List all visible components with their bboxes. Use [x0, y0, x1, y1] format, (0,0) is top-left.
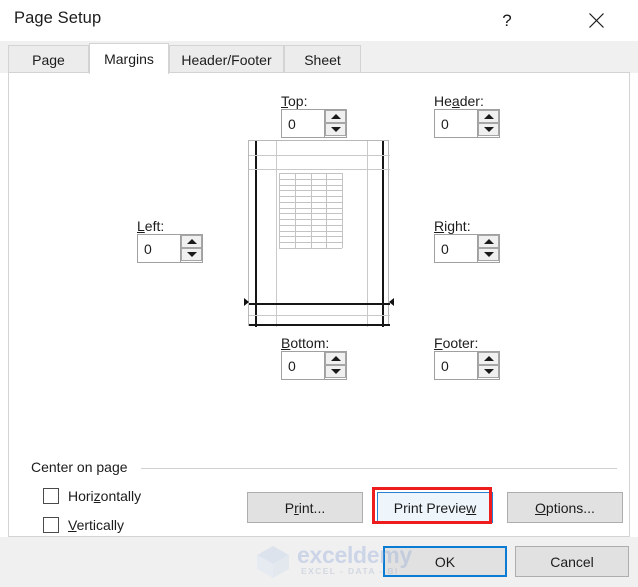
preview-bottom-margin-rule: [249, 303, 390, 305]
footer-margin-label: Footer:: [434, 335, 479, 351]
bottom-margin-input[interactable]: [282, 352, 323, 379]
footer-margin-spin-buttons: [477, 352, 499, 379]
left-margin-stepper[interactable]: [137, 234, 203, 263]
center-on-page-group-label: Center on page: [31, 459, 134, 475]
tab-strip: Page Margins Header/Footer Sheet: [0, 41, 638, 74]
footer-margin-spin-up-icon[interactable]: [478, 352, 499, 365]
help-question-icon[interactable]: ?: [484, 0, 530, 41]
right-margin-spin-buttons: [477, 235, 499, 262]
tab-header-footer[interactable]: Header/Footer: [169, 45, 284, 73]
tab-page[interactable]: Page: [8, 45, 89, 73]
print-button[interactable]: Print...: [247, 492, 363, 523]
top-margin-spin-up-icon[interactable]: [325, 110, 346, 123]
preview-bottom-page-edge: [249, 324, 390, 326]
bottom-margin-label: Bottom:: [281, 335, 330, 351]
right-margin-stepper[interactable]: [434, 234, 500, 263]
preview-grid-col-line: [295, 173, 296, 248]
top-margin-input[interactable]: [282, 110, 323, 137]
cancel-button-label: Cancel: [550, 553, 594, 570]
watermark-tagline: EXCEL - DATA - BI: [301, 566, 399, 576]
preview-data-grid: [279, 173, 343, 249]
left-margin-input[interactable]: [138, 235, 179, 262]
tab-margins-label: Margins: [104, 51, 154, 67]
preview-grid-row-line: [279, 248, 342, 249]
bottom-margin-handle-right[interactable]: [389, 298, 394, 306]
preview-header-rule-2: [249, 169, 390, 170]
tab-header-footer-label: Header/Footer: [181, 51, 272, 68]
group-divider: [141, 468, 617, 469]
preview-footer-rule-1: [249, 315, 390, 316]
bottom-margin-spin-down-icon[interactable]: [325, 365, 346, 378]
exceldemy-watermark: exceldemy EXCEL - DATA - BI: [247, 542, 415, 580]
bottom-margin-handle-left[interactable]: [244, 298, 249, 306]
watermark-brand: exceldemy: [297, 542, 412, 568]
title-bar: Page Setup ?: [0, 0, 638, 41]
header-margin-spin-buttons: [477, 110, 499, 137]
top-margin-label: Top:: [281, 93, 308, 109]
exceldemy-cube-logo-icon: [257, 546, 289, 578]
header-margin-stepper[interactable]: [434, 109, 500, 138]
right-margin-label: Right:: [434, 218, 471, 234]
page-title: Page Setup: [14, 9, 102, 27]
checkbox-vertically[interactable]: Vertically: [43, 517, 124, 533]
vertically-checkbox-box[interactable]: [43, 517, 59, 533]
bottom-margin-spin-buttons: [324, 352, 346, 379]
header-margin-spin-down-icon[interactable]: [478, 123, 499, 136]
top-margin-label-key: T: [281, 93, 288, 109]
footer-margin-spin-down-icon[interactable]: [478, 365, 499, 378]
vertically-label: Vertically: [68, 517, 125, 533]
tab-margins[interactable]: Margins: [89, 43, 169, 74]
options-button-label: Options...: [535, 499, 595, 516]
top-margin-stepper[interactable]: [281, 109, 347, 138]
left-margin-spin-down-icon[interactable]: [181, 248, 202, 261]
bottom-margin-stepper[interactable]: [281, 351, 347, 380]
right-margin-spin-down-icon[interactable]: [478, 248, 499, 261]
left-margin-spin-up-icon[interactable]: [181, 235, 202, 248]
left-margin-label: Left:: [137, 218, 165, 234]
left-margin-spin-buttons: [180, 235, 202, 262]
print-button-label: Print...: [284, 499, 326, 516]
horizontally-checkbox-box[interactable]: [43, 488, 59, 504]
top-margin-spin-down-icon[interactable]: [325, 123, 346, 136]
right-margin-spin-up-icon[interactable]: [478, 235, 499, 248]
checkbox-horizontally[interactable]: Horizontally: [43, 488, 141, 504]
close-icon[interactable]: [573, 0, 619, 41]
bottom-margin-spin-up-icon[interactable]: [325, 352, 346, 365]
header-margin-input[interactable]: [435, 110, 476, 137]
horizontally-label: Horizontally: [68, 488, 142, 504]
cancel-button[interactable]: Cancel: [515, 546, 629, 577]
top-margin-spin-buttons: [324, 110, 346, 137]
page-preview-thumbnail: [248, 140, 390, 327]
preview-grid-col-line: [326, 173, 327, 248]
preview-grid-col-line: [342, 173, 343, 248]
tab-sheet-label: Sheet: [304, 51, 341, 68]
preview-grid-col-line: [311, 173, 312, 248]
right-margin-input[interactable]: [435, 235, 476, 262]
footer-margin-stepper[interactable]: [434, 351, 500, 380]
tab-sheet[interactable]: Sheet: [284, 45, 361, 73]
header-margin-label: Header:: [434, 93, 484, 109]
page-setup-dialog: Page Setup ? Page Margins Header/Footer …: [0, 0, 638, 587]
ok-button-label: OK: [434, 553, 456, 570]
preview-grid-col-line: [279, 173, 280, 248]
header-margin-spin-up-icon[interactable]: [478, 110, 499, 123]
preview-header-rule-1: [249, 155, 390, 156]
options-button[interactable]: Options...: [507, 492, 623, 523]
tab-page-label: Page: [32, 51, 65, 68]
print-preview-button[interactable]: Print Preview: [377, 492, 493, 523]
footer-margin-input[interactable]: [435, 352, 476, 379]
print-preview-button-label: Print Preview: [393, 499, 477, 516]
help-glyph: ?: [502, 10, 512, 30]
